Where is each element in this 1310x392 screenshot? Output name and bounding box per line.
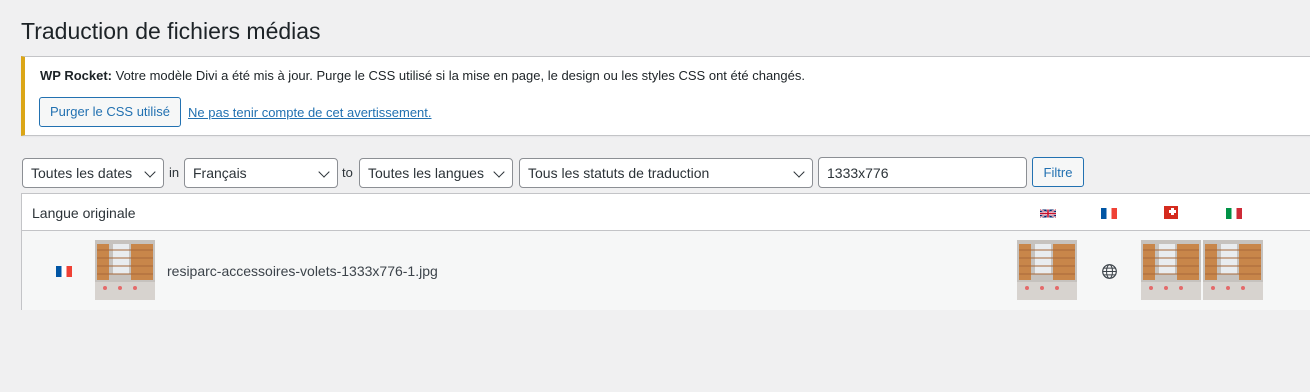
- flag-ch-icon: [1164, 206, 1178, 219]
- in-label: in: [169, 165, 180, 180]
- translation-thumbnail-ch[interactable]: [1141, 240, 1201, 300]
- media-thumbnail[interactable]: [95, 240, 155, 300]
- to-label: to: [342, 165, 353, 180]
- notice-body: Votre modèle Divi a été mis à jour. Purg…: [112, 68, 805, 83]
- chevron-down-icon: [793, 166, 805, 178]
- media-filename[interactable]: resiparc-accessoires-volets-1333x776-1.j…: [167, 263, 438, 279]
- date-filter-select[interactable]: Toutes les dates: [22, 158, 164, 188]
- chevron-down-icon: [493, 166, 505, 178]
- flag-fr-icon: [1101, 208, 1117, 219]
- translation-thumbnail-gb[interactable]: [1017, 240, 1077, 300]
- table-row: resiparc-accessoires-volets-1333x776-1.j…: [22, 231, 1310, 310]
- dismiss-notice-link[interactable]: Ne pas tenir compte de cet avertissement…: [188, 105, 432, 120]
- translation-status-value: Tous les statuts de traduction: [528, 165, 710, 181]
- notice-brand: WP Rocket:: [40, 68, 112, 83]
- translation-thumbnail-it[interactable]: [1203, 240, 1263, 300]
- original-language-header: Langue originale: [32, 205, 136, 221]
- translation-status-select[interactable]: Tous les statuts de traduction: [519, 158, 813, 188]
- flag-gb-icon: [1040, 208, 1056, 219]
- chevron-down-icon: [318, 166, 330, 178]
- media-translation-table: Langue originale resiparc-accessoires-vo…: [21, 193, 1310, 310]
- search-input[interactable]: [818, 157, 1027, 188]
- notice-message: WP Rocket: Votre modèle Divi a été mis à…: [40, 68, 805, 83]
- source-language-value: Français: [193, 165, 247, 181]
- filter-button[interactable]: Filtre: [1032, 157, 1084, 187]
- wp-rocket-notice: WP Rocket: Votre modèle Divi a été mis à…: [21, 56, 1310, 136]
- globe-icon[interactable]: [1101, 263, 1118, 280]
- target-language-select[interactable]: Toutes les langues: [359, 158, 513, 188]
- flag-fr-icon: [56, 266, 72, 277]
- chevron-down-icon: [144, 166, 156, 178]
- page-title: Traduction de fichiers médias: [21, 18, 321, 44]
- flag-it-icon: [1226, 208, 1242, 219]
- table-header: Langue originale: [22, 194, 1310, 231]
- source-language-select[interactable]: Français: [184, 158, 338, 188]
- purge-css-button[interactable]: Purger le CSS utilisé: [39, 97, 181, 127]
- date-filter-value: Toutes les dates: [31, 165, 133, 181]
- target-language-value: Toutes les langues: [368, 165, 484, 181]
